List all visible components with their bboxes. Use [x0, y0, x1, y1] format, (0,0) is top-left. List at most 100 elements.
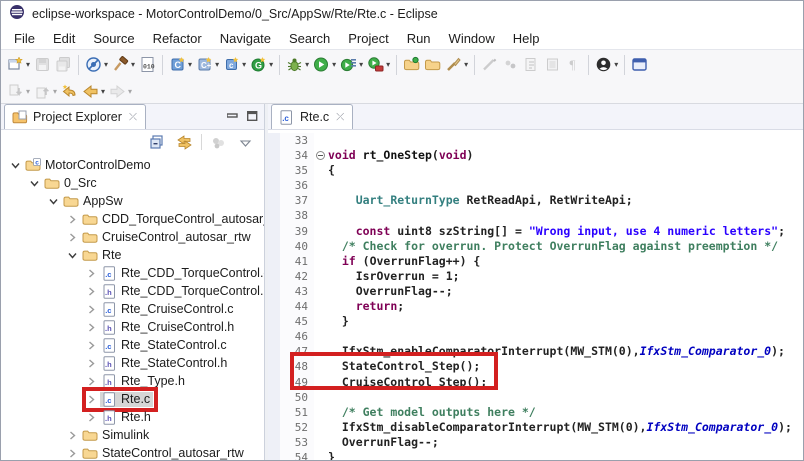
- chevron-down-icon[interactable]: [68, 251, 77, 260]
- open-element-folder-button[interactable]: [401, 53, 422, 77]
- chevron-right-icon[interactable]: [87, 395, 96, 404]
- next-annotation-button[interactable]: ▾: [5, 79, 32, 103]
- tab-project-explorer[interactable]: Project Explorer ⤫: [4, 104, 146, 129]
- tree-item-rte-cruisecontrol-c[interactable]: .cRte_CruiseControl.c: [1, 300, 264, 318]
- collapse-all-button[interactable]: [147, 130, 168, 154]
- back-history-button[interactable]: ▾: [80, 79, 107, 103]
- chevron-right-icon[interactable]: [87, 377, 96, 386]
- tree-item-rte-type-h[interactable]: .hRte_Type.h: [1, 372, 264, 390]
- dropdown-arrow-icon[interactable]: ▾: [53, 87, 57, 96]
- code-line-39[interactable]: 39 const uint8 szString[] = "Wrong input…: [268, 224, 803, 239]
- tree-item-cdd-torquecontrol-autosar-[interactable]: CDD_TorqueControl_autosar_: [1, 210, 264, 228]
- code-line-37[interactable]: 37 Uart_ReturnType RetReadApi, RetWriteA…: [268, 193, 803, 208]
- code-line-43[interactable]: 43 OverrunFlag--;: [268, 284, 803, 299]
- chevron-right-icon[interactable]: [87, 341, 96, 350]
- dropdown-arrow-icon[interactable]: ▾: [386, 60, 390, 69]
- fold-collapse-icon[interactable]: [316, 151, 325, 160]
- minimize-view-icon[interactable]: [227, 108, 238, 118]
- dropdown-arrow-icon[interactable]: ▾: [242, 60, 246, 69]
- code-line-50[interactable]: 50: [268, 390, 803, 405]
- tree-item-rte[interactable]: Rte: [1, 246, 264, 264]
- chevron-right-icon[interactable]: [87, 287, 96, 296]
- chevron-right-icon[interactable]: [68, 233, 77, 242]
- tab-rte-c[interactable]: .c Rte.c ⤫: [271, 104, 353, 129]
- dropdown-arrow-icon[interactable]: ▾: [188, 60, 192, 69]
- code-line-41[interactable]: 41 if (OverrunFlag++) {: [268, 254, 803, 269]
- tree-item-rte-c[interactable]: .cRte.c: [1, 390, 264, 408]
- save-button[interactable]: [32, 53, 53, 77]
- menu-item-refactor[interactable]: Refactor: [144, 29, 211, 48]
- external-tools-button[interactable]: ▾: [365, 53, 392, 77]
- code-line-36[interactable]: 36: [268, 178, 803, 193]
- save-all-button[interactable]: [53, 53, 74, 77]
- format-pencil-button[interactable]: [479, 53, 500, 77]
- menu-item-project[interactable]: Project: [339, 29, 397, 48]
- last-edit-location-button[interactable]: [59, 79, 80, 103]
- code-line-34[interactable]: 34void rt_OneStep(void): [268, 148, 803, 163]
- code-line-38[interactable]: 38: [268, 208, 803, 223]
- code-line-44[interactable]: 44 return;: [268, 299, 803, 314]
- code-line-54[interactable]: 54}: [268, 450, 803, 460]
- show-references-button[interactable]: [521, 53, 542, 77]
- dropdown-arrow-icon[interactable]: ▾: [26, 87, 30, 96]
- new-c-source-button[interactable]: C▾: [167, 53, 194, 77]
- dropdown-arrow-icon[interactable]: ▾: [359, 60, 363, 69]
- skip-breakpoints-button[interactable]: ▾: [83, 53, 110, 77]
- code-line-53[interactable]: 53 OverrunFlag--;: [268, 435, 803, 450]
- menu-item-edit[interactable]: Edit: [44, 29, 84, 48]
- chevron-right-icon[interactable]: [87, 323, 96, 332]
- tree-item-simulink[interactable]: Simulink: [1, 426, 264, 444]
- link-with-editor-button[interactable]: [174, 130, 195, 154]
- run-config-button[interactable]: ▾: [338, 53, 365, 77]
- tree-item-cruisecontrol-autosar-rtw[interactable]: CruiseControl_autosar_rtw: [1, 228, 264, 246]
- menu-item-run[interactable]: Run: [398, 29, 440, 48]
- tree-item-rte-cdd-torquecontrol-h[interactable]: .hRte_CDD_TorqueControl.h: [1, 282, 264, 300]
- chevron-right-icon[interactable]: [87, 269, 96, 278]
- menu-item-source[interactable]: Source: [84, 29, 143, 48]
- menu-item-file[interactable]: File: [5, 29, 44, 48]
- binary-file-button[interactable]: 010: [137, 53, 158, 77]
- dropdown-arrow-icon[interactable]: ▾: [128, 87, 132, 96]
- close-icon[interactable]: ⤫: [129, 112, 137, 123]
- code-line-42[interactable]: 42 IsrOverrun = 1;: [268, 269, 803, 284]
- chevron-right-icon[interactable]: [87, 359, 96, 368]
- code-line-46[interactable]: 46: [268, 329, 803, 344]
- open-console-button[interactable]: [629, 53, 650, 77]
- maximize-view-icon[interactable]: [247, 108, 258, 118]
- dropdown-arrow-icon[interactable]: ▾: [215, 60, 219, 69]
- code-line-40[interactable]: 40 /* Check for overrun. Protect Overrun…: [268, 239, 803, 254]
- focus-task-button[interactable]: [208, 130, 229, 154]
- code-line-33[interactable]: 33: [268, 133, 803, 148]
- user-account-button[interactable]: ▾: [593, 53, 620, 77]
- code-line-45[interactable]: 45 }: [268, 314, 803, 329]
- menu-item-search[interactable]: Search: [280, 29, 339, 48]
- search-brush-button[interactable]: ▾: [443, 53, 470, 77]
- chevron-right-icon[interactable]: [68, 215, 77, 224]
- dropdown-arrow-icon[interactable]: ▾: [305, 60, 309, 69]
- tree-item-0-src[interactable]: 0_Src: [1, 174, 264, 192]
- debug-button[interactable]: ▾: [284, 53, 311, 77]
- menu-item-window[interactable]: Window: [440, 29, 504, 48]
- chevron-down-icon[interactable]: [11, 161, 20, 170]
- tree-item-motorcontroldemo[interactable]: cMotorControlDemo: [1, 156, 264, 174]
- code-line-52[interactable]: 52 IfxStm_disableComparatorInterrupt(MW_…: [268, 420, 803, 435]
- mark-occurrences-button[interactable]: [500, 53, 521, 77]
- dropdown-arrow-icon[interactable]: ▾: [332, 60, 336, 69]
- code-area[interactable]: 3334void rt_OneStep(void)35{3637 Uart_Re…: [268, 130, 803, 460]
- code-line-51[interactable]: 51 /* Get model outputs here */: [268, 405, 803, 420]
- open-folder-button[interactable]: [422, 53, 443, 77]
- dropdown-arrow-icon[interactable]: ▾: [26, 60, 30, 69]
- tree-item-rte-h[interactable]: .hRte.h: [1, 408, 264, 426]
- run-button[interactable]: ▾: [311, 53, 338, 77]
- chevron-down-icon[interactable]: [49, 197, 58, 206]
- dropdown-arrow-icon[interactable]: ▾: [269, 60, 273, 69]
- block-selection-button[interactable]: [542, 53, 563, 77]
- chevron-right-icon[interactable]: [87, 305, 96, 314]
- tree-item-rte-cruisecontrol-h[interactable]: .hRte_CruiseControl.h: [1, 318, 264, 336]
- prev-annotation-button[interactable]: ▾: [32, 79, 59, 103]
- menu-item-navigate[interactable]: Navigate: [211, 29, 280, 48]
- chevron-right-icon[interactable]: [68, 449, 77, 458]
- dropdown-arrow-icon[interactable]: ▾: [614, 60, 618, 69]
- chevron-right-icon[interactable]: [87, 413, 96, 422]
- build-button[interactable]: ▾: [110, 53, 137, 77]
